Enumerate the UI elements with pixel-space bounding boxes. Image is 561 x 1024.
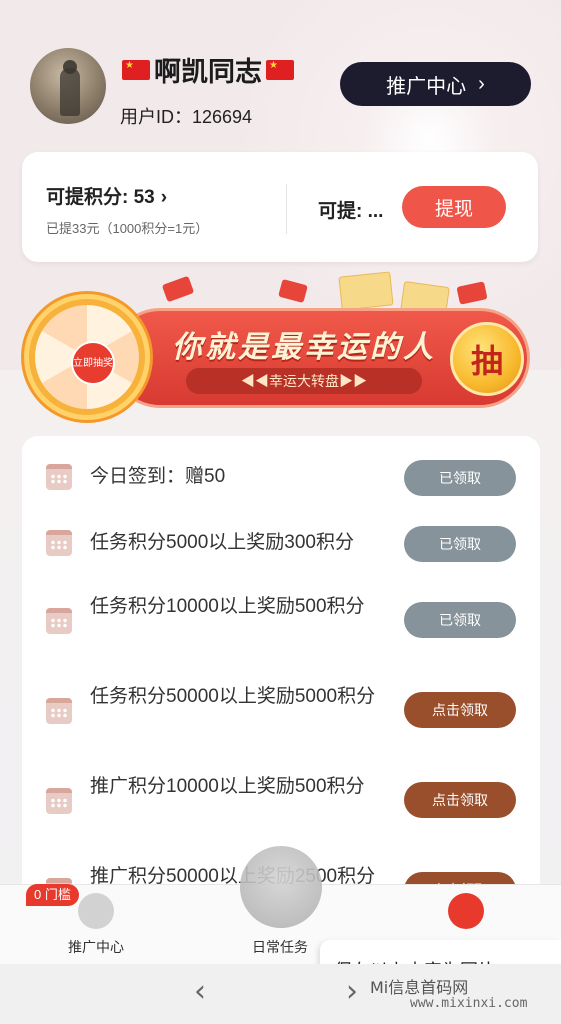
banner-title: 你就是最幸运的人 [172,331,436,364]
withdraw-button[interactable]: 提现 [402,186,506,228]
task-label: 任务积分10000以上奖励500积分 [90,596,365,617]
points-title[interactable]: 可提积分: 53 › [46,182,167,209]
draw-button[interactable]: 抽 [450,322,524,396]
chevron-right-icon: › [160,187,168,208]
center-float-button[interactable] [240,846,322,928]
chevron-right-icon: › [478,72,485,95]
wheel-segments: 立即抽奖 [35,305,139,409]
prize-wheel[interactable]: 立即抽奖 [24,294,150,420]
divider [286,184,287,234]
threshold-badge: 0 门槛 [26,884,79,906]
ticket-decoration [338,271,394,311]
task-claim-button[interactable]: 已领取 [404,602,516,638]
watermark-url: www.mixinxi.com [410,996,528,1011]
points-subtitle: 已提33元（1000积分=1元） [46,221,209,236]
forward-arrow-icon[interactable]: › [346,974,358,1009]
red-envelope-decoration [161,275,195,303]
username-row: 啊凯同志 [122,50,294,89]
user-icon [448,893,484,929]
task-claim-button[interactable]: 已领取 [404,526,516,562]
points-card: 可提积分: 53 › 已提33元（1000积分=1元） 可提: ... 提现 [22,152,538,262]
flag-icon [266,59,294,80]
red-envelope-decoration [278,278,308,304]
task-label: 任务积分50000以上奖励5000积分 [90,686,376,707]
calendar-icon [46,698,72,724]
promo-center-button[interactable]: 推广中心 › [340,62,531,106]
withdrawable-amount: 可提: ... [318,201,384,222]
flag-icon [122,59,150,80]
user-id-value: 126694 [192,107,253,127]
calendar-icon [46,788,72,814]
task-label: 推广积分10000以上奖励500积分 [90,776,365,797]
promo-center-label: 推广中心 [386,75,467,98]
user-id-label: 用户ID： [120,107,192,127]
back-arrow-icon[interactable]: ‹ [194,974,206,1009]
system-navigation-bar: ‹ › [0,964,561,1024]
grid-icon [78,893,114,929]
calendar-icon [46,608,72,634]
user-id: 用户ID：126694 [120,103,252,129]
tab-label: 推广中心 [68,939,124,955]
calendar-icon [46,464,72,490]
username: 啊凯同志 [154,57,262,87]
task-claim-button[interactable]: 已领取 [404,460,516,496]
avatar[interactable] [30,48,106,124]
wheel-center-button[interactable]: 立即抽奖 [71,341,115,385]
task-claim-button[interactable]: 点击领取 [404,692,516,728]
task-label: 今日签到：赠50 [90,466,226,487]
watermark-text: Mi信息首码网 [370,978,469,997]
task-claim-button[interactable]: 点击领取 [404,782,516,818]
avatar-figure [60,68,80,116]
lucky-wheel-banner[interactable]: 你就是最幸运的人 ◀◀幸运大转盘▶▶ 抽 立即抽奖 [22,271,540,422]
banner-subtitle: ◀◀幸运大转盘▶▶ [186,368,422,394]
task-label: 任务积分5000以上奖励300积分 [90,532,354,553]
calendar-icon [46,530,72,556]
points-title-text: 可提积分: 53 [46,187,155,208]
red-envelope-decoration [456,281,488,305]
